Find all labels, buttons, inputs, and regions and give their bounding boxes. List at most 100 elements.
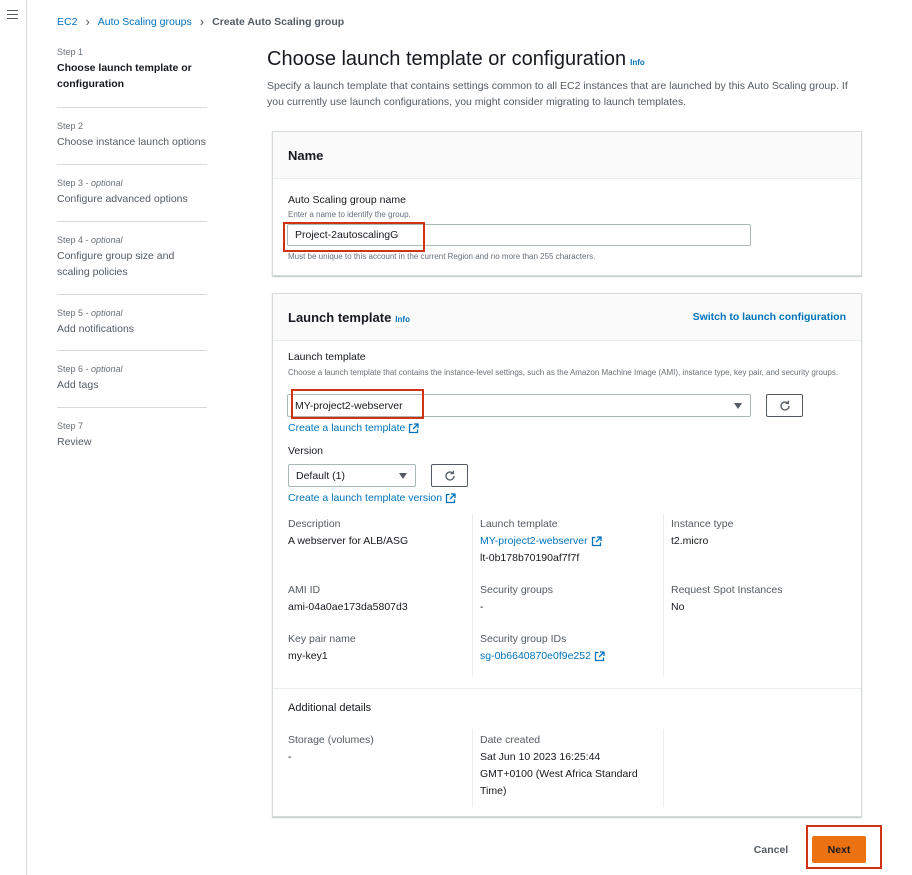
wizard-step-3: Step 3 - optional Configure advanced opt… — [57, 165, 207, 222]
date-created-line-1: Sat Jun 10 2023 16:25:44 — [480, 751, 601, 763]
refresh-icon — [444, 470, 455, 481]
ami-id-key: AMI ID — [288, 584, 321, 596]
panel-heading: Name — [288, 147, 324, 163]
caret-down-icon — [734, 403, 742, 409]
info-link[interactable]: Info — [395, 315, 410, 324]
external-link-icon — [409, 422, 419, 433]
launch-template-detail-text: MY-project2-webserver — [480, 535, 588, 547]
step-number: Step 1 — [57, 47, 84, 57]
step-number: Step 7 — [57, 421, 84, 431]
step-title[interactable]: Add notifications — [57, 321, 207, 337]
wizard-step-6: Step 6 - optional Add tags — [57, 351, 207, 408]
name-panel-header: Name — [273, 132, 861, 179]
menu-icon[interactable] — [7, 10, 18, 20]
create-launch-template-link[interactable]: Create a launch template — [288, 422, 419, 434]
wizard-step-5: Step 5 - optional Add notifications — [57, 295, 207, 351]
asg-name-input[interactable] — [287, 224, 751, 246]
wizard-step-2: Step 2 Choose instance launch options — [57, 108, 207, 165]
step-title[interactable]: Choose instance launch options — [57, 134, 207, 150]
panel-heading: Launch template Info — [288, 310, 410, 325]
asg-name-constraint: Must be unique to this account in the cu… — [288, 252, 596, 261]
description-value: A webserver for ALB/ASG — [288, 535, 409, 547]
additional-column-3 — [663, 729, 848, 807]
step-title[interactable]: Configure advanced options — [57, 191, 207, 207]
breadcrumb-auto-scaling-groups[interactable]: Auto Scaling groups — [98, 16, 192, 28]
ami-id-value: ami-04a0ae173da5807d3 — [288, 601, 408, 613]
create-version-text: Create a launch template version — [288, 492, 443, 504]
date-created-line-2: GMT+0100 (West Africa Standard — [480, 768, 638, 780]
step-number: Step 6 - optional — [57, 364, 123, 374]
additional-details-grid: Storage (volumes) - Date created Sat Jun… — [288, 729, 848, 807]
security-groups-key: Security groups — [480, 584, 553, 596]
asg-name-label: Auto Scaling group name — [288, 194, 406, 206]
storage-value: - — [288, 751, 292, 763]
instance-type-key: Instance type — [671, 518, 734, 530]
instance-type-value: t2.micro — [671, 535, 709, 547]
external-link-icon — [591, 536, 602, 547]
create-launch-template-version-link[interactable]: Create a launch template version — [288, 492, 456, 504]
launch-template-panel-header: Launch template Info Switch to launch con… — [273, 294, 861, 341]
launch-template-panel: Launch template Info Switch to launch con… — [272, 293, 862, 817]
wizard-step-1: Step 1 Choose launch template or configu… — [57, 47, 207, 108]
switch-to-launch-configuration-button[interactable]: Switch to launch configuration — [693, 311, 846, 323]
breadcrumb-ec2[interactable]: EC2 — [57, 16, 77, 28]
external-link-icon — [594, 651, 605, 662]
step-number: Step 2 — [57, 121, 84, 131]
date-created-key: Date created — [480, 734, 541, 746]
version-select[interactable]: Default (1) — [288, 464, 416, 487]
launch-template-detail-link[interactable]: MY-project2-webserver — [480, 533, 602, 550]
additional-column-1: Storage (volumes) - — [288, 729, 472, 807]
breadcrumb-current: Create Auto Scaling group — [212, 16, 345, 28]
details-column-3: Instance type t2.micro Request Spot Inst… — [663, 514, 848, 676]
wizard-step-7: Step 7 Review — [57, 408, 207, 456]
launch-template-select[interactable]: MY-project2-webserver — [287, 394, 751, 417]
key-pair-key: Key pair name — [288, 633, 356, 645]
launch-template-id: lt-0b178b70190af7f7f — [480, 552, 580, 564]
external-link-icon — [445, 492, 456, 503]
breadcrumb: EC2 › Auto Scaling groups › Create Auto … — [57, 14, 345, 29]
step-title: Choose launch template or configuration — [57, 62, 192, 90]
chevron-right-icon: › — [199, 14, 205, 29]
info-link[interactable]: Info — [630, 58, 645, 67]
step-number: Step 3 - optional — [57, 178, 123, 188]
caret-down-icon — [399, 473, 407, 479]
page-description: Specify a launch template that contains … — [267, 80, 848, 108]
key-pair-value: my-key1 — [288, 650, 328, 662]
security-groups-value: - — [480, 601, 484, 613]
name-panel: Name Auto Scaling group name Enter a nam… — [272, 131, 862, 276]
launch-template-details: Description A webserver for ALB/ASG AMI … — [288, 514, 848, 676]
wizard-steps: Step 1 Choose launch template or configu… — [57, 47, 207, 456]
divider — [273, 688, 861, 689]
page-title-text: Choose launch template or configuration — [267, 48, 627, 70]
page-title: Choose launch template or configuration I… — [267, 48, 645, 71]
date-created-line-3: Time) — [480, 785, 507, 797]
version-select-value: Default (1) — [296, 469, 346, 482]
security-group-ids-key: Security group IDs — [480, 633, 567, 645]
launch-template-key: Launch template — [480, 518, 558, 530]
additional-details-heading: Additional details — [288, 702, 372, 714]
launch-template-help: Choose a launch template that contains t… — [288, 368, 839, 377]
chevron-right-icon: › — [85, 14, 90, 29]
step-title[interactable]: Configure group size and scaling policie… — [57, 248, 207, 280]
refresh-icon — [779, 400, 790, 411]
version-label: Version — [288, 445, 324, 457]
spot-instances-value: No — [671, 601, 685, 613]
step-title[interactable]: Add tags — [57, 377, 207, 393]
step-title[interactable]: Review — [57, 434, 207, 450]
launch-template-select-value: MY-project2-webserver — [295, 399, 403, 412]
side-navigation-rail — [0, 0, 27, 875]
refresh-versions-button[interactable] — [431, 464, 468, 487]
launch-template-label: Launch template — [288, 351, 366, 363]
refresh-launch-templates-button[interactable] — [766, 394, 803, 417]
details-column-2: Launch template MY-project2-webserver lt… — [472, 514, 663, 676]
asg-name-help: Enter a name to identify the group. — [288, 210, 411, 219]
step-number: Step 4 - optional — [57, 235, 123, 245]
cancel-button[interactable]: Cancel — [748, 839, 794, 861]
security-group-id-link[interactable]: sg-0b6640870e0f9e252 — [480, 648, 605, 665]
details-column-1: Description A webserver for ALB/ASG AMI … — [288, 514, 472, 676]
storage-key: Storage (volumes) — [288, 734, 374, 746]
next-button[interactable]: Next — [812, 836, 866, 863]
create-launch-template-text: Create a launch template — [288, 422, 406, 434]
step-number: Step 5 - optional — [57, 308, 123, 318]
spot-instances-key: Request Spot Instances — [671, 584, 783, 596]
